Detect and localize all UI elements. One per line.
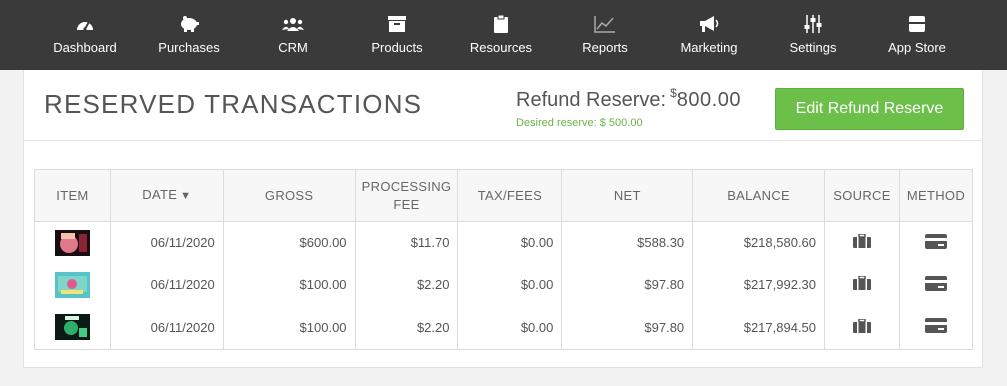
processing-fee-cell: $2.20 bbox=[354, 263, 459, 306]
piggy-bank-icon bbox=[178, 14, 200, 34]
tax-fees-cell: $0.00 bbox=[457, 221, 563, 264]
nav-label: App Store bbox=[888, 40, 946, 55]
desired-reserve-text: Desired reserve: $ 500.00 bbox=[516, 117, 643, 129]
nav-settings[interactable]: Settings bbox=[761, 0, 865, 70]
card-header: RESERVED TRANSACTIONS Refund Reserve: $80… bbox=[24, 70, 982, 141]
source-cell bbox=[824, 221, 900, 264]
method-cell bbox=[898, 305, 974, 350]
briefcase-icon bbox=[852, 233, 871, 249]
table-row: 06/11/2020 $100.00 $2.20 $0.00 $97.80 $2… bbox=[34, 263, 974, 306]
nav-products[interactable]: Products bbox=[345, 0, 449, 70]
date-cell: 06/11/2020 bbox=[109, 305, 224, 350]
credit-card-icon bbox=[924, 233, 947, 249]
nav-label: CRM bbox=[278, 40, 308, 55]
item-cell bbox=[34, 263, 111, 306]
method-cell bbox=[898, 221, 974, 264]
item-cell bbox=[34, 221, 111, 264]
store-icon bbox=[906, 14, 928, 34]
product-thumbnail[interactable] bbox=[54, 229, 90, 256]
net-cell: $97.80 bbox=[561, 305, 694, 350]
col-fee-label: FEE bbox=[393, 196, 420, 212]
refund-reserve-label: Refund Reserve: bbox=[516, 89, 667, 111]
nav-app-store[interactable]: App Store bbox=[865, 0, 969, 70]
page-title: RESERVED TRANSACTIONS bbox=[44, 89, 423, 119]
briefcase-icon bbox=[852, 275, 871, 290]
date-cell: 06/11/2020 bbox=[109, 221, 224, 264]
source-cell bbox=[824, 263, 900, 306]
gross-cell: $600.00 bbox=[222, 221, 356, 264]
processing-fee-cell: $2.20 bbox=[354, 305, 459, 350]
col-source: SOURCE bbox=[824, 169, 900, 222]
dashboard-gauge-icon bbox=[74, 14, 96, 34]
nav-label: Reports bbox=[582, 40, 628, 55]
edit-refund-reserve-button[interactable]: Edit Refund Reserve bbox=[775, 88, 964, 130]
table-row: 06/11/2020 $100.00 $2.20 $0.00 $97.80 $2… bbox=[34, 305, 974, 350]
col-item: ITEM bbox=[34, 169, 111, 222]
tax-fees-cell: $0.00 bbox=[457, 305, 563, 350]
sliders-icon bbox=[802, 14, 824, 34]
nav-reports[interactable]: Reports bbox=[553, 0, 657, 70]
archive-box-icon bbox=[386, 14, 408, 34]
line-chart-icon bbox=[594, 14, 616, 34]
top-navigation: Dashboard Purchases CRM Products Resourc… bbox=[0, 0, 1007, 70]
credit-card-icon bbox=[924, 275, 947, 291]
balance-cell: $217,894.50 bbox=[692, 305, 826, 350]
balance-cell: $218,580.60 bbox=[692, 221, 826, 264]
briefcase-icon bbox=[852, 318, 871, 333]
clipboard-icon bbox=[490, 14, 512, 34]
product-thumbnail[interactable] bbox=[54, 314, 90, 341]
col-tax-fees: TAX/FEES bbox=[457, 169, 563, 222]
balance-cell: $217,992.30 bbox=[692, 263, 826, 306]
refund-reserve-currency: $ bbox=[670, 86, 677, 100]
method-cell bbox=[898, 263, 974, 306]
table-row: 06/11/2020 $600.00 $11.70 $0.00 $588.30 … bbox=[34, 221, 974, 264]
nav-purchases[interactable]: Purchases bbox=[137, 0, 241, 70]
nav-crm[interactable]: CRM bbox=[241, 0, 345, 70]
product-thumbnail[interactable] bbox=[54, 271, 90, 298]
net-cell: $97.80 bbox=[561, 263, 694, 306]
nav-label: Dashboard bbox=[53, 40, 117, 55]
refund-reserve-amount: 800.00 bbox=[676, 89, 741, 111]
gross-cell: $100.00 bbox=[222, 263, 356, 306]
table-header-row: ITEM DATE ▼ GROSS PROCESSING FEE TAX/FEES … bbox=[34, 169, 974, 222]
col-date-label: DATE bbox=[142, 187, 178, 202]
col-net: NET bbox=[561, 169, 694, 222]
users-icon bbox=[282, 14, 304, 34]
sort-desc-icon: ▼ bbox=[180, 190, 192, 202]
tax-fees-cell: $0.00 bbox=[457, 263, 563, 306]
source-cell bbox=[824, 305, 900, 350]
processing-fee-cell: $11.70 bbox=[354, 221, 459, 264]
net-cell: $588.30 bbox=[561, 221, 694, 264]
credit-card-icon bbox=[924, 318, 947, 334]
nav-resources[interactable]: Resources bbox=[449, 0, 553, 70]
refund-reserve-summary: Refund Reserve: $800.00 bbox=[516, 86, 741, 112]
col-method: METHOD bbox=[898, 169, 974, 222]
nav-dashboard[interactable]: Dashboard bbox=[33, 0, 137, 70]
reserved-transactions-card: RESERVED TRANSACTIONS Refund Reserve: $80… bbox=[23, 70, 983, 368]
nav-label: Products bbox=[371, 40, 423, 55]
col-processing-label: PROCESSING bbox=[361, 178, 452, 194]
nav-label: Purchases bbox=[158, 40, 220, 55]
transactions-table: ITEM DATE ▼ GROSS PROCESSING FEE TAX/FEES … bbox=[34, 169, 974, 350]
col-processing-fee: PROCESSING FEE bbox=[354, 169, 459, 222]
col-gross: GROSS bbox=[222, 169, 356, 222]
gross-cell: $100.00 bbox=[222, 305, 356, 350]
nav-label: Settings bbox=[789, 40, 837, 55]
megaphone-icon bbox=[698, 14, 720, 34]
nav-label: Marketing bbox=[680, 40, 738, 55]
date-cell: 06/11/2020 bbox=[109, 263, 224, 306]
item-cell bbox=[34, 305, 111, 350]
nav-marketing[interactable]: Marketing bbox=[657, 0, 761, 70]
col-date[interactable]: DATE ▼ bbox=[109, 169, 224, 222]
col-balance: BALANCE bbox=[692, 169, 826, 222]
nav-label: Resources bbox=[469, 40, 533, 55]
